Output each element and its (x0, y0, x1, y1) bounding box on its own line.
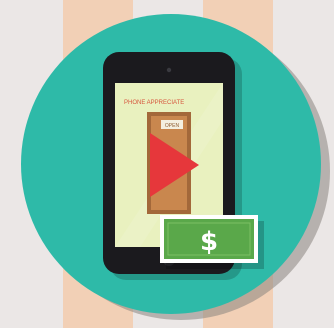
dollar-bill-icon: $ (160, 215, 264, 269)
bill-dollar-sign: $ (200, 227, 218, 257)
phone-camera (166, 67, 172, 73)
mobile-video-payment-illustration: PHONE APPRECIATE OPEN $ (21, 14, 330, 320)
door-sign-text: OPEN (165, 123, 180, 129)
screen-heading: PHONE APPRECIATE (124, 100, 184, 106)
